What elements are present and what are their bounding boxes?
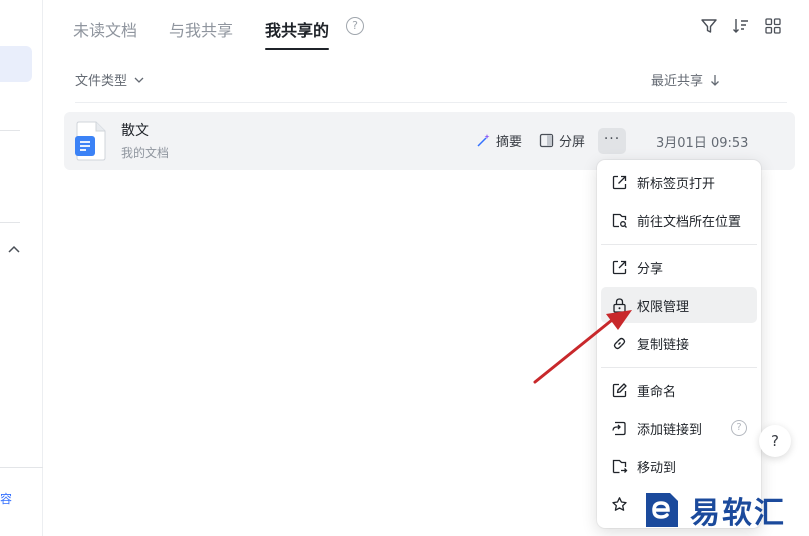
- chevron-down-icon: [134, 77, 144, 83]
- magic-wand-icon: [477, 134, 490, 147]
- filter-icon[interactable]: [699, 16, 719, 36]
- star-icon: [612, 496, 627, 511]
- summary-label: 摘要: [496, 135, 523, 150]
- arrow-down-icon: [711, 74, 719, 86]
- menu-item-label: 分享: [637, 261, 664, 277]
- split-screen-icon: [539, 133, 554, 148]
- sidebar-divider: [0, 467, 43, 468]
- chevron-up-icon[interactable]: [6, 242, 22, 258]
- sidebar-divider: [0, 130, 20, 131]
- more-button[interactable]: ···: [598, 128, 626, 154]
- file-name[interactable]: 散文: [121, 120, 149, 140]
- tab-shared-with-me[interactable]: 与我共享: [169, 17, 233, 41]
- watermark: 易软汇: [640, 488, 786, 532]
- sidebar: 容: [0, 0, 43, 536]
- file-type-filter[interactable]: 文件类型: [75, 70, 145, 89]
- menu-item-add-link-to[interactable]: 添加链接到 ?: [601, 410, 757, 446]
- file-location: 我的文档: [121, 146, 170, 160]
- lock-icon: [613, 297, 626, 313]
- header-divider: [75, 102, 787, 103]
- locate-folder-icon: [612, 213, 627, 228]
- menu-item-label: 移动到: [637, 460, 677, 476]
- split-screen-label: 分屏: [559, 135, 586, 150]
- menu-item-go-to-location[interactable]: 前往文档所在位置: [601, 202, 757, 238]
- grid-view-icon[interactable]: [763, 16, 783, 36]
- watermark-logo-icon: [646, 493, 678, 527]
- link-icon: [613, 337, 626, 349]
- menu-item-label: 前往文档所在位置: [637, 214, 742, 230]
- menu-item-label: 重命名: [637, 384, 677, 400]
- add-link-icon: [612, 421, 626, 435]
- menu-item-move-to[interactable]: 移动到: [601, 448, 757, 484]
- file-type-label: 文件类型: [75, 74, 128, 89]
- context-menu: 新标签页打开 前往文档所在位置 分享 权限管理 复制链接 重命名 添加链接到 ?…: [597, 160, 761, 528]
- split-screen-button[interactable]: 分屏: [539, 131, 585, 150]
- menu-item-copy-link[interactable]: 复制链接: [601, 325, 757, 361]
- help-icon[interactable]: ?: [731, 420, 747, 436]
- watermark-text: 易软汇: [690, 496, 786, 531]
- menu-divider: [601, 367, 757, 368]
- tab-shared-by-me[interactable]: 我共享的: [265, 17, 330, 50]
- summary-button[interactable]: 摘要: [476, 131, 522, 150]
- sidebar-active-item[interactable]: [0, 46, 32, 82]
- sidebar-partial-label[interactable]: 容: [0, 490, 12, 507]
- recent-share-label: 最近共享: [651, 74, 704, 89]
- rename-icon: [612, 382, 627, 397]
- move-icon: [612, 459, 628, 473]
- menu-item-rename[interactable]: 重命名: [601, 372, 757, 408]
- document-icon: [75, 121, 106, 161]
- recent-share-sort[interactable]: 最近共享: [651, 70, 721, 89]
- menu-divider: [601, 244, 757, 245]
- share-date: 3月01日 09:53: [656, 136, 749, 151]
- menu-item-open-new-tab[interactable]: 新标签页打开: [601, 164, 757, 200]
- tab-unread[interactable]: 未读文档: [73, 17, 137, 41]
- menu-item-label: 复制链接: [637, 337, 690, 353]
- menu-item-label: 权限管理: [637, 299, 690, 315]
- sidebar-divider: [0, 222, 20, 223]
- menu-item-permissions[interactable]: 权限管理: [601, 287, 757, 323]
- sort-icon[interactable]: [731, 16, 751, 36]
- floating-help-button[interactable]: ?: [759, 425, 791, 457]
- help-icon[interactable]: ?: [346, 17, 364, 35]
- menu-item-label: 添加链接到: [637, 422, 703, 438]
- menu-item-label: 新标签页打开: [637, 176, 716, 192]
- new-tab-icon: [612, 175, 627, 189]
- menu-item-share[interactable]: 分享: [601, 249, 757, 285]
- tab-bar: 未读文档 与我共享 我共享的: [73, 14, 361, 50]
- share-icon: [612, 260, 627, 274]
